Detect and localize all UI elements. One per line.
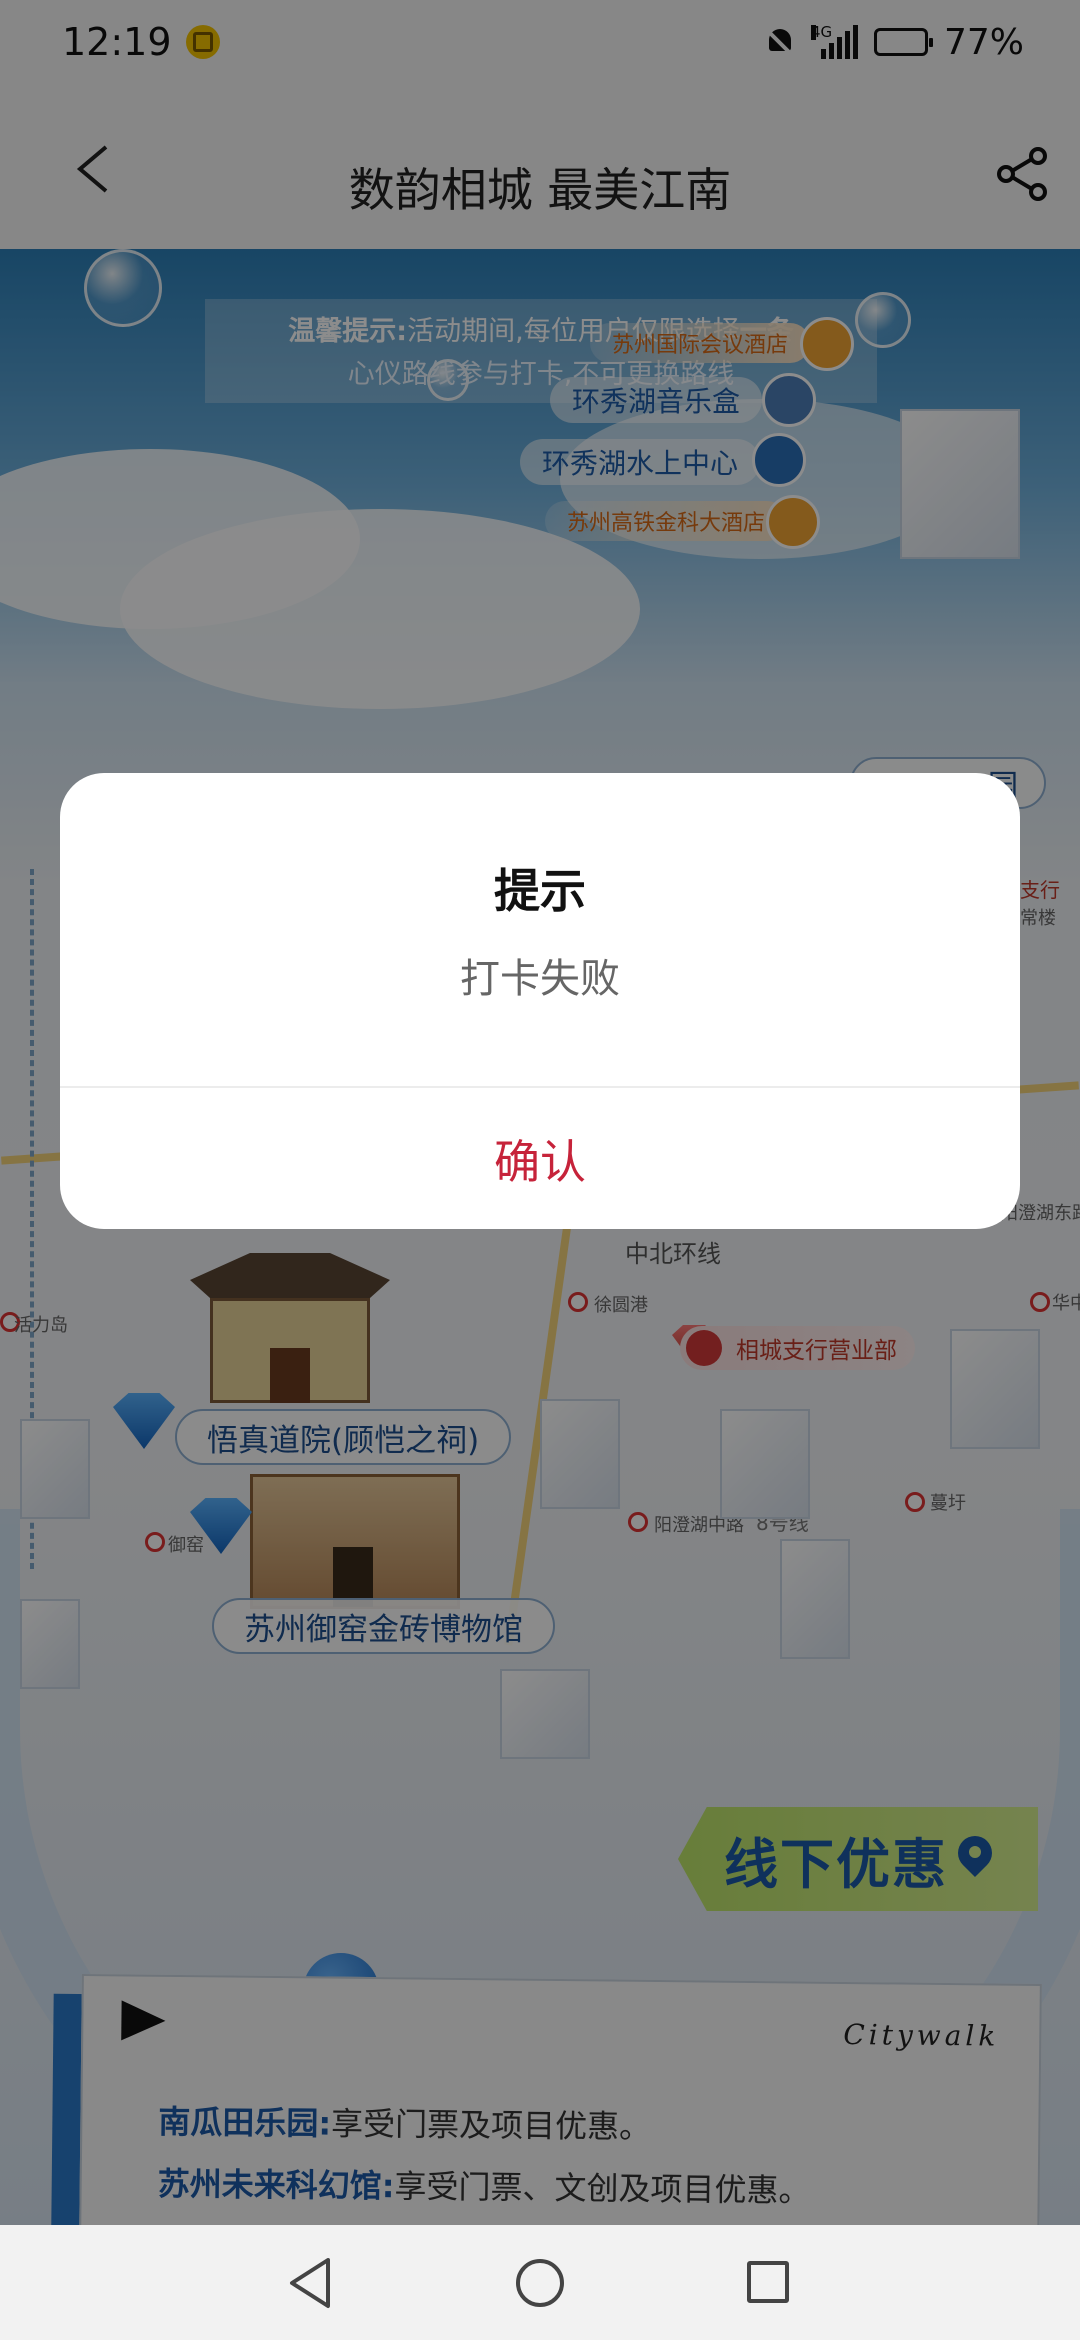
nav-home-icon[interactable] <box>516 2259 564 2307</box>
dialog-title: 提示 <box>494 864 586 918</box>
alert-dialog: 提示 打卡失败 确认 <box>60 773 1020 1229</box>
nav-recents-icon[interactable] <box>747 2261 789 2303</box>
confirm-button[interactable]: 确认 <box>60 1088 1020 1229</box>
system-nav-bar <box>0 2225 1080 2340</box>
dialog-message: 打卡失败 <box>460 956 620 1002</box>
nav-back-icon[interactable] <box>288 2257 332 2309</box>
